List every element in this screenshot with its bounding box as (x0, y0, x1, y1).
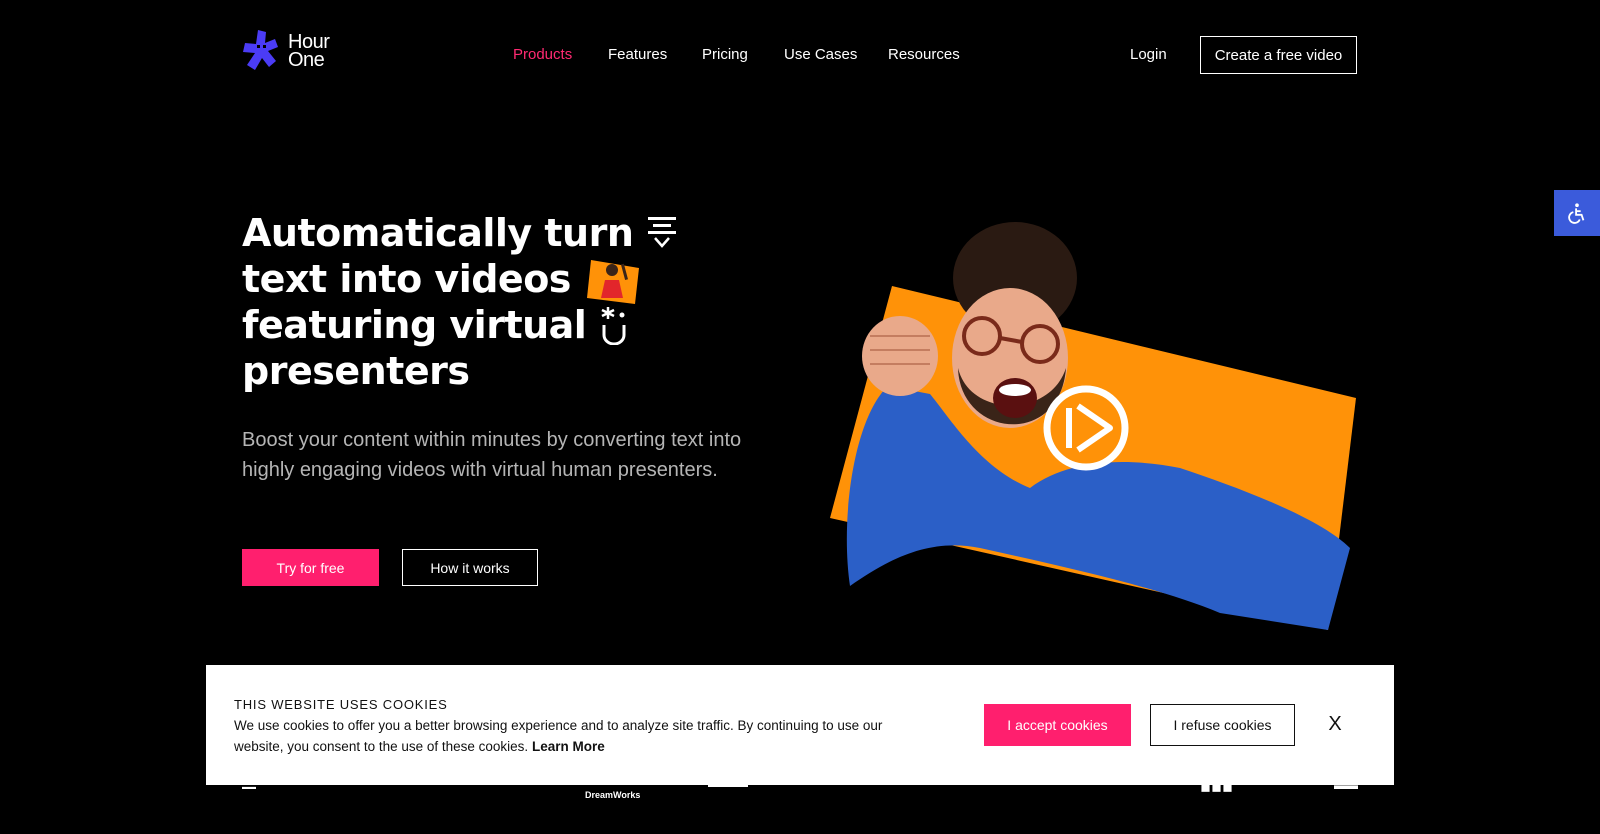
accept-cookies-button[interactable]: I accept cookies (984, 704, 1131, 746)
nav-item-use-cases[interactable]: Use Cases (784, 46, 857, 63)
how-it-works-button[interactable]: How it works (402, 549, 538, 586)
nav-item-features[interactable]: Features (608, 46, 667, 63)
hero-subtext: Boost your content within minutes by con… (242, 429, 742, 481)
presenter-thumbnail (586, 260, 639, 304)
text-lines-icon (648, 217, 677, 248)
login-link[interactable]: Login (1130, 46, 1167, 63)
nav-item-products[interactable]: Products (513, 46, 572, 63)
cookie-banner: THIS WEBSITE USES COOKIES We use cookies… (206, 665, 1394, 785)
cookie-text: We use cookies to offer you a better bro… (234, 718, 883, 754)
close-cookie-banner-button[interactable]: X (1324, 711, 1346, 737)
partner-logo-dreamworks: DreamWorks (585, 790, 641, 800)
create-free-video-button[interactable]: Create a free video (1200, 36, 1357, 74)
hero-video-thumbnail[interactable] (830, 218, 1360, 638)
presenter-fist (862, 316, 938, 396)
headline-line-2: text into videos (242, 256, 802, 304)
nav-item-resources[interactable]: Resources (888, 46, 960, 63)
smile-face-icon (601, 307, 626, 345)
hero-headline: Automatically turn text into videos feat… (242, 210, 802, 394)
main-nav: Products Features Pricing Use Cases Reso… (0, 46, 1600, 66)
refuse-cookies-button[interactable]: I refuse cookies (1150, 704, 1295, 746)
nav-item-pricing[interactable]: Pricing (702, 46, 748, 63)
learn-more-link[interactable]: Learn More (532, 739, 605, 754)
try-for-free-button[interactable]: Try for free (242, 549, 379, 586)
headline-line-1: Automatically turn (242, 210, 802, 256)
cookie-title: THIS WEBSITE USES COOKIES (234, 697, 448, 712)
wheelchair-icon (1568, 203, 1585, 224)
headline-line-3: featuring virtual (242, 302, 802, 348)
accessibility-button[interactable] (1554, 190, 1600, 236)
partner-logo-1: ▬▬ (242, 784, 256, 791)
headline-line-4: presenters (242, 349, 470, 393)
